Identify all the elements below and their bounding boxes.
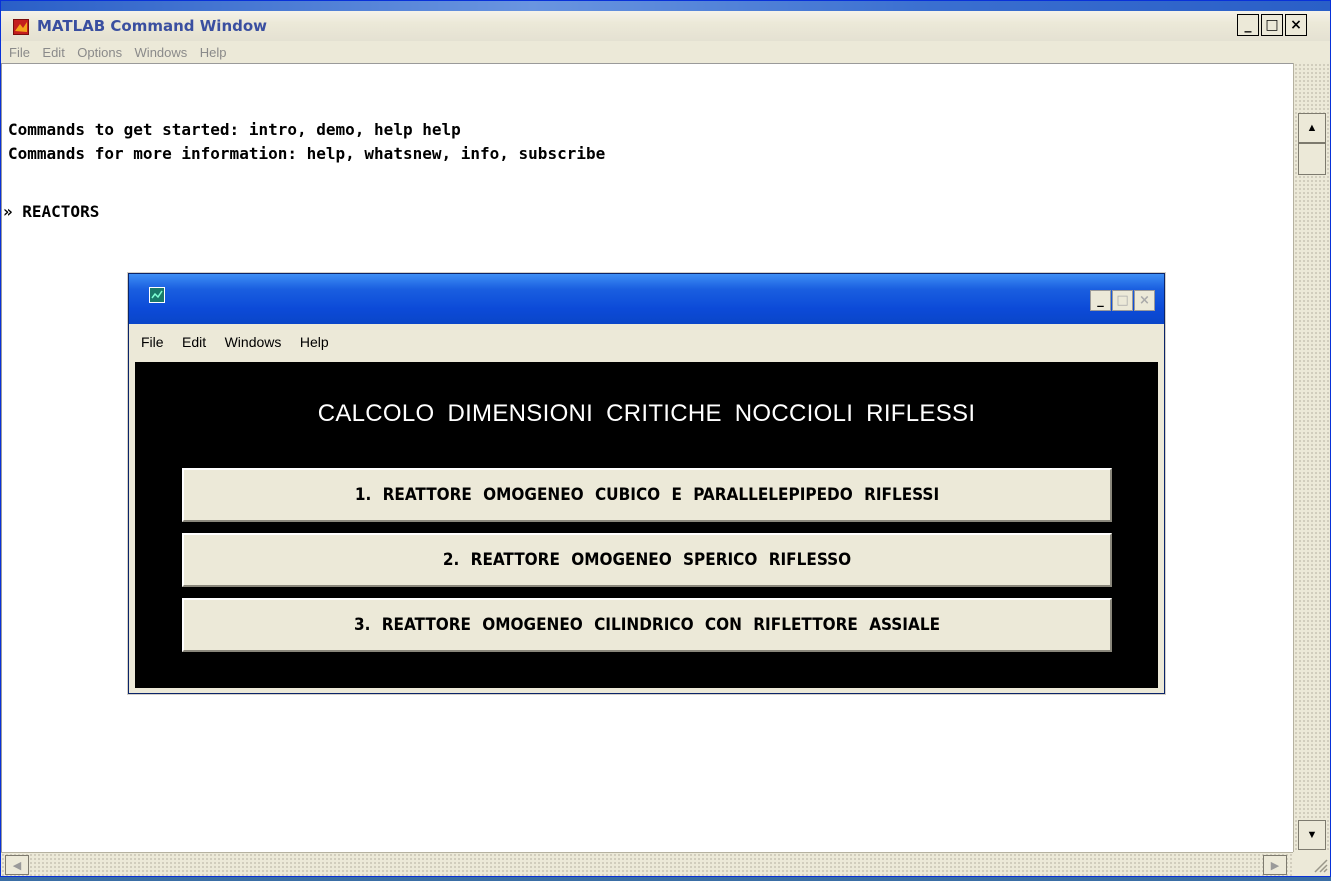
reactor-cylindrical-button[interactable]: 3. REATTORE OMOGENEO CILINDRICO CON RIFL… (182, 598, 1112, 652)
matlab-logo-icon (13, 19, 29, 35)
figure-minimize-button[interactable]: _ (1090, 290, 1111, 311)
maximize-button[interactable]: □ (1261, 14, 1283, 36)
console-line: Commands for more information: help, wha… (8, 144, 606, 163)
figure-menu-edit[interactable]: Edit (175, 324, 213, 350)
close-button[interactable]: × (1285, 14, 1307, 36)
menu-edit[interactable]: Edit (38, 41, 68, 60)
figure-maximize-button[interactable]: □ (1112, 290, 1133, 311)
figure-close-button[interactable]: × (1134, 290, 1155, 311)
menu-file[interactable]: File (1, 41, 34, 60)
figure-canvas: CALCOLO DIMENSIONI CRITICHE NOCCIOLI RIF… (135, 362, 1158, 688)
figure-heading: CALCOLO DIMENSIONI CRITICHE NOCCIOLI RIF… (317, 400, 976, 427)
scroll-right-icon[interactable]: ▶ (1263, 855, 1287, 875)
figure-menu-bar: File Edit Windows Help (129, 324, 1164, 362)
resize-grip-icon[interactable] (1293, 852, 1330, 876)
scroll-left-icon[interactable]: ◀ (5, 855, 29, 875)
vertical-scrollbar[interactable]: ▲ ▼ (1293, 63, 1330, 852)
minimize-button[interactable]: _ (1237, 14, 1259, 36)
console-prompt-line: » REACTORS (3, 202, 100, 221)
matlab-command-window: MATLAB Command Window _ □ × File Edit Op… (0, 0, 1331, 877)
menu-bar: File Edit Options Windows Help (1, 41, 1330, 63)
title-bar[interactable]: MATLAB Command Window _ □ × (1, 11, 1330, 42)
scroll-down-icon[interactable]: ▼ (1298, 820, 1326, 850)
reactor-spherical-button[interactable]: 2. REATTORE OMOGENEO SPERICO RIFLESSO (182, 533, 1112, 587)
horizontal-scrollbar[interactable]: ◀ ▶ (1, 852, 1293, 876)
figure-menu-file[interactable]: File (129, 324, 171, 350)
figure-menu-help[interactable]: Help (293, 324, 336, 350)
desktop-strip (1, 1, 1330, 11)
figure-icon (149, 287, 165, 303)
window-title: MATLAB Command Window (37, 17, 268, 35)
menu-help[interactable]: Help (196, 41, 231, 60)
console-line: Commands to get started: intro, demo, he… (8, 120, 461, 139)
scroll-thumb[interactable] (1298, 143, 1326, 175)
scroll-up-icon[interactable]: ▲ (1298, 113, 1326, 143)
menu-options[interactable]: Options (73, 41, 126, 60)
reactors-figure-window: _ □ × File Edit Windows Help CALCOLO DIM… (128, 273, 1165, 694)
figure-title-bar[interactable]: _ □ × (129, 274, 1164, 324)
figure-menu-windows[interactable]: Windows (218, 324, 289, 350)
menu-windows[interactable]: Windows (131, 41, 192, 60)
reactor-cubic-button[interactable]: 1. REATTORE OMOGENEO CUBICO E PARALLELEP… (182, 468, 1112, 522)
